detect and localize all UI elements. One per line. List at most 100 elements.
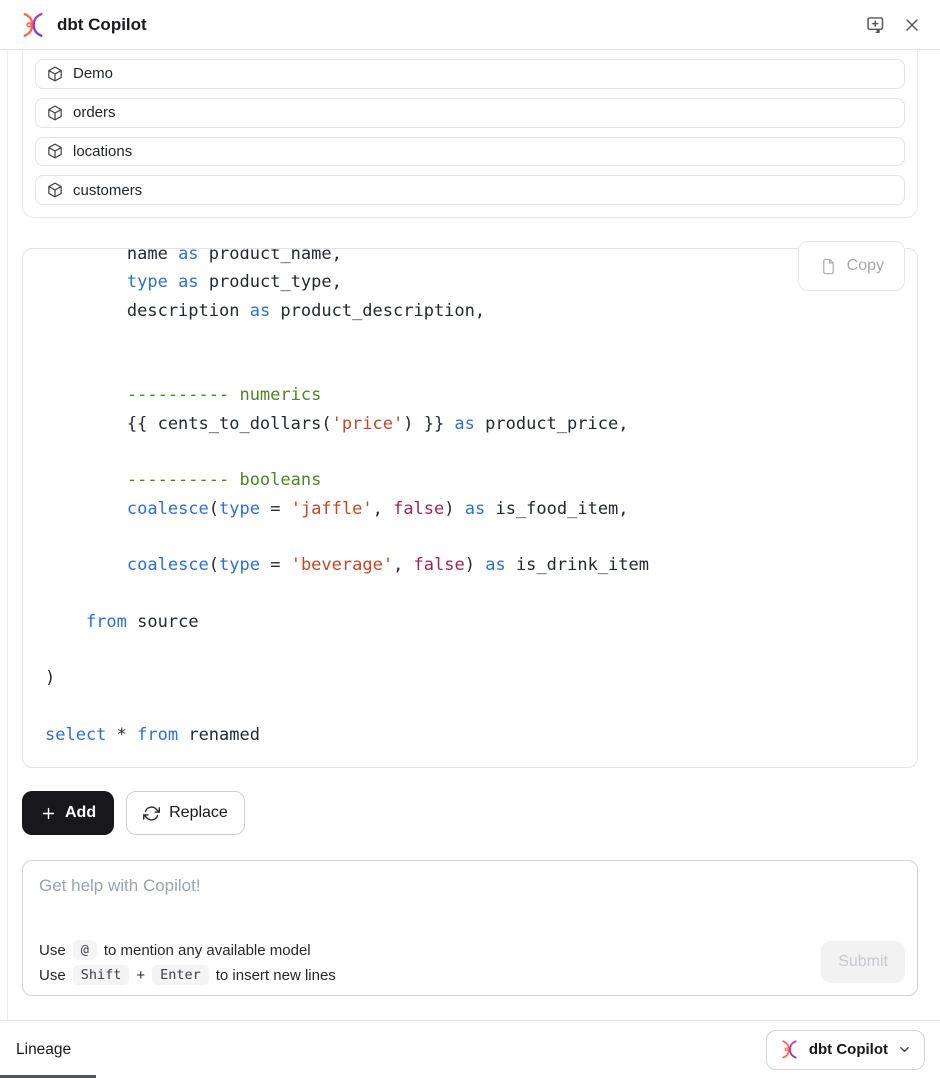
code-token: 'price' (332, 414, 404, 434)
copy-button[interactable]: Copy (798, 241, 905, 291)
prompt-placeholder: Get help with Copilot! (39, 876, 201, 896)
code-token: * (106, 725, 137, 745)
replace-button[interactable]: Replace (126, 791, 245, 835)
code-token: ---------- numerics (45, 385, 321, 405)
close-icon[interactable] (900, 13, 924, 37)
model-chip-label: orders (73, 104, 116, 121)
action-buttons: Add Replace (22, 791, 245, 835)
copy-icon (819, 257, 838, 276)
prompt-hint-line: Use Shift + Enter to insert new lines (39, 965, 336, 985)
insert-window-icon[interactable] (863, 12, 888, 37)
code-block: name as product_name, type as product_ty… (22, 248, 918, 768)
code-token: source (127, 612, 199, 632)
code-token: as (454, 414, 474, 434)
bottom-bar: Lineage dbt Copilot (0, 1020, 940, 1078)
cube-icon (46, 65, 64, 83)
model-chip[interactable]: locations (35, 137, 905, 167)
code-token: product_price, (475, 414, 629, 434)
code-token: , (393, 555, 413, 575)
code-token: ( (209, 499, 219, 519)
code-token: {{ cents_to_dollars( (45, 414, 332, 434)
code-token: is_drink_item (506, 555, 649, 575)
hint-text: to insert new lines (216, 967, 336, 984)
prompt-hint-line: Use @ to mention any available model (39, 940, 336, 960)
copilot-selector-dropdown[interactable]: dbt Copilot (766, 1030, 925, 1070)
code-token: type (219, 499, 260, 519)
tab-lineage[interactable]: Lineage (16, 1041, 71, 1059)
code-token: product_type, (199, 272, 342, 292)
code-token: select (45, 725, 106, 745)
code-token: ( (209, 555, 219, 575)
keyboard-key: @ (73, 940, 97, 960)
code-token: as (250, 301, 270, 321)
keyboard-key: Shift (73, 965, 130, 985)
model-chip-label: Demo (73, 65, 113, 82)
keyboard-key: Enter (152, 965, 209, 985)
code-token: ) (45, 668, 55, 688)
hint-text: Use (39, 942, 66, 959)
dbt-copilot-logo-icon (19, 11, 47, 39)
hint-text: + (136, 967, 145, 984)
code-token: as (465, 499, 485, 519)
plus-icon (40, 805, 57, 822)
code-token: type (127, 272, 168, 292)
code-token: false (414, 555, 465, 575)
code-token (45, 272, 127, 292)
model-list: Demo orders locations (22, 51, 918, 218)
add-button-label: Add (65, 804, 96, 822)
dbt-copilot-logo-icon (779, 1039, 800, 1060)
copilot-prompt-input[interactable]: Get help with Copilot! Use @ to mention an… (22, 860, 918, 996)
submit-button[interactable]: Submit (821, 941, 905, 983)
panel-left-border (7, 51, 8, 1020)
code-token: coalesce (127, 555, 209, 575)
code-token (168, 272, 178, 292)
model-chip[interactable]: customers (35, 175, 905, 205)
code-token (45, 555, 127, 575)
refresh-icon (143, 805, 160, 822)
code-token: coalesce (127, 499, 209, 519)
code-token: false (393, 499, 444, 519)
cube-icon (46, 181, 64, 199)
add-button[interactable]: Add (22, 791, 114, 835)
hint-text: to mention any available model (104, 942, 311, 959)
code-token: product_name, (199, 248, 342, 264)
code-token: product_description, (270, 301, 485, 321)
hint-text: Use (39, 967, 66, 984)
code-token: as (485, 555, 505, 575)
model-chip[interactable]: Demo (35, 59, 905, 89)
code-token: as (178, 248, 198, 264)
code-token: type (219, 555, 260, 575)
code-token: = (260, 555, 291, 575)
model-chip[interactable]: orders (35, 98, 905, 128)
panel-title: dbt Copilot (57, 15, 147, 35)
model-chip-label: customers (73, 182, 142, 199)
code-token: ) (444, 499, 464, 519)
replace-button-label: Replace (169, 804, 228, 822)
code-token: name (45, 248, 178, 264)
model-chip-label: locations (73, 143, 132, 160)
code-token: ---------- booleans (45, 470, 321, 490)
code-content: name as product_name, type as product_ty… (23, 248, 917, 749)
copy-button-label: Copy (847, 257, 884, 275)
code-token: ) }} (403, 414, 454, 434)
cube-icon (46, 142, 64, 160)
code-token: = (260, 499, 291, 519)
code-token: is_food_item, (485, 499, 628, 519)
copilot-selector-label: dbt Copilot (809, 1041, 888, 1058)
code-token: , (373, 499, 393, 519)
code-token: renamed (178, 725, 260, 745)
code-token (45, 499, 127, 519)
code-token: as (178, 272, 198, 292)
code-token: 'jaffle' (291, 499, 373, 519)
prompt-hints: Use @ to mention any available model Use Shi… (39, 940, 336, 985)
code-token: ) (465, 555, 485, 575)
chevron-down-icon (897, 1042, 912, 1057)
code-token: from (137, 725, 178, 745)
panel-header: dbt Copilot (0, 0, 940, 50)
code-token: from (86, 612, 127, 632)
code-token: description (45, 301, 250, 321)
code-card: name as product_name, type as product_ty… (22, 248, 918, 768)
cube-icon (46, 104, 64, 122)
code-token (45, 612, 86, 632)
code-token: 'beverage' (291, 555, 393, 575)
